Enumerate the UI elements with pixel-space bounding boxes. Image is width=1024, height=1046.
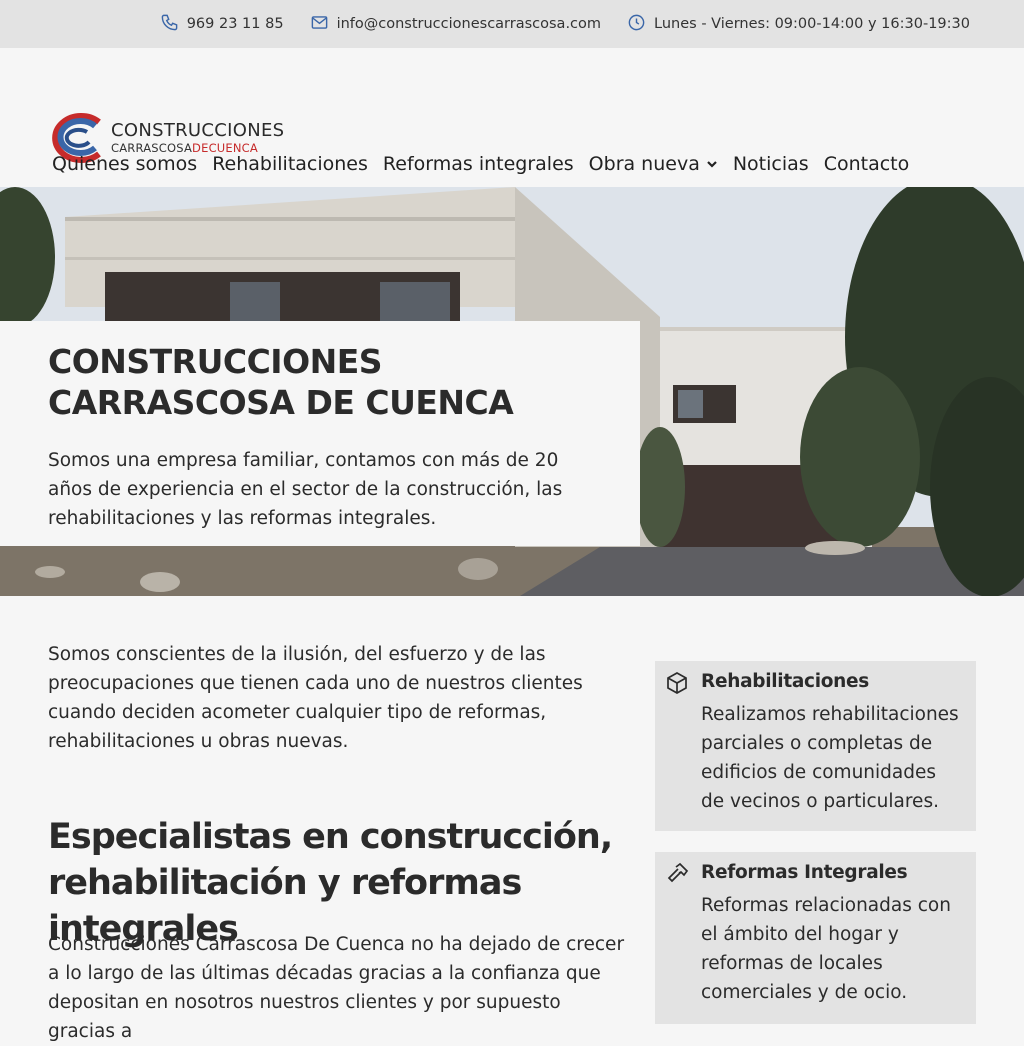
- hero-title-line-1: CONSTRUCCIONES: [48, 342, 383, 381]
- hammer-icon: [665, 862, 689, 886]
- logo-line-1: CONSTRUCCIONES: [111, 119, 285, 141]
- opening-hours: Lunes - Viernes: 09:00-14:00 y 16:30-19:…: [627, 13, 970, 36]
- card-title: Reformas Integrales: [701, 862, 908, 883]
- box-icon: [665, 671, 689, 695]
- email-contact[interactable]: info@construccionescarrascosa.com: [310, 13, 601, 36]
- hero-title: CONSTRUCCIONES CARRASCOSA DE CUENCA: [48, 341, 592, 424]
- clock-icon: [627, 13, 646, 36]
- hours-text: Lunes - Viernes: 09:00-14:00 y 16:30-19:…: [654, 16, 970, 32]
- phone-contact[interactable]: 969 23 11 85: [160, 13, 284, 36]
- service-card-rehabilitaciones[interactable]: Rehabilitaciones Realizamos rehabilitaci…: [655, 661, 976, 831]
- main-nav: Quienes somos Rehabilitaciones Reformas …: [52, 153, 909, 175]
- phone-icon: [160, 13, 179, 36]
- hero-description: Somos una empresa familiar, contamos con…: [48, 449, 563, 529]
- intro-paragraph: Somos conscientes de la ilusión, del esf…: [48, 644, 583, 752]
- chevron-down-icon: [706, 153, 718, 175]
- email-address[interactable]: info@construccionescarrascosa.com: [337, 16, 601, 32]
- nav-item-noticias[interactable]: Noticias: [733, 153, 809, 175]
- nav-item-obra-nueva-label: Obra nueva: [588, 153, 700, 175]
- top-info-bar: 969 23 11 85 info@construccionescarrasco…: [0, 0, 1024, 48]
- nav-item-contacto[interactable]: Contacto: [824, 153, 910, 175]
- service-card-reformas-integrales[interactable]: Reformas Integrales Reformas relacionada…: [655, 852, 976, 1024]
- card-title: Rehabilitaciones: [701, 671, 869, 692]
- nav-item-reformas-integrales[interactable]: Reformas integrales: [383, 153, 574, 175]
- about-paragraph: Construcciones Carrascosa De Cuenca no h…: [48, 934, 625, 1042]
- mail-icon: [310, 13, 329, 36]
- card-text: Realizamos rehabilitaciones parciales o …: [701, 704, 959, 812]
- card-text: Reformas relacionadas con el ámbito del …: [701, 895, 951, 1003]
- main-content: Somos conscientes de la ilusión, del esf…: [0, 596, 1024, 1042]
- hero-banner: CONSTRUCCIONES CARRASCOSA DE CUENCA Somo…: [0, 187, 1024, 596]
- nav-item-obra-nueva[interactable]: Obra nueva: [589, 153, 718, 175]
- hero-title-line-2: CARRASCOSA DE CUENCA: [48, 383, 514, 423]
- hero-card: CONSTRUCCIONES CARRASCOSA DE CUENCA Somo…: [0, 321, 640, 546]
- nav-item-quienes-somos[interactable]: Quienes somos: [52, 153, 197, 175]
- logo-wordmark: CONSTRUCCIONES CARRASCOSADECUENCA: [111, 119, 285, 155]
- nav-item-rehabilitaciones[interactable]: Rehabilitaciones: [212, 153, 368, 175]
- phone-number[interactable]: 969 23 11 85: [187, 16, 284, 32]
